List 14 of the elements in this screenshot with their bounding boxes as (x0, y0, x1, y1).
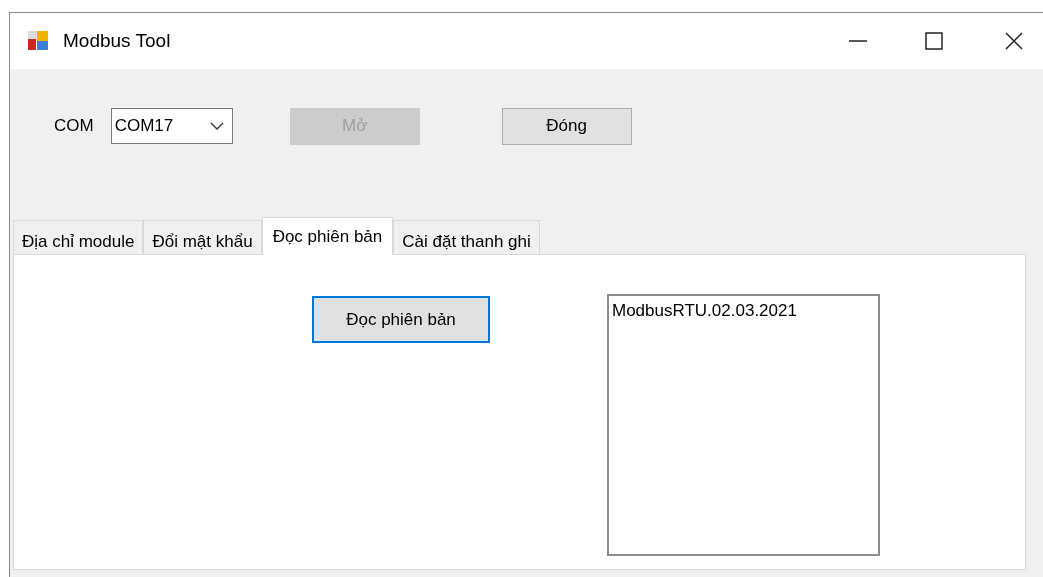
tab[interactable]: Địa chỉ module (13, 220, 144, 254)
read-version-button[interactable]: Đọc phiên bản (312, 296, 490, 343)
output-text-area[interactable]: ModbusRTU.02.03.2021 (607, 294, 880, 556)
app-icon (27, 29, 51, 53)
close-icon[interactable] (1004, 31, 1024, 51)
tab[interactable]: Cài đặt thanh ghi (393, 220, 540, 254)
close-port-button[interactable]: Đóng (501, 107, 632, 145)
caret-icon (209, 122, 224, 130)
port-label: COM (54, 115, 94, 138)
window-title: Modbus Tool (63, 28, 171, 53)
maximize-icon[interactable] (924, 31, 944, 51)
tab[interactable]: Đọc phiên bản (261, 217, 394, 255)
tab[interactable]: Đổi mật khẩu (143, 220, 262, 254)
port-dropdown[interactable]: COM17 (110, 108, 233, 144)
